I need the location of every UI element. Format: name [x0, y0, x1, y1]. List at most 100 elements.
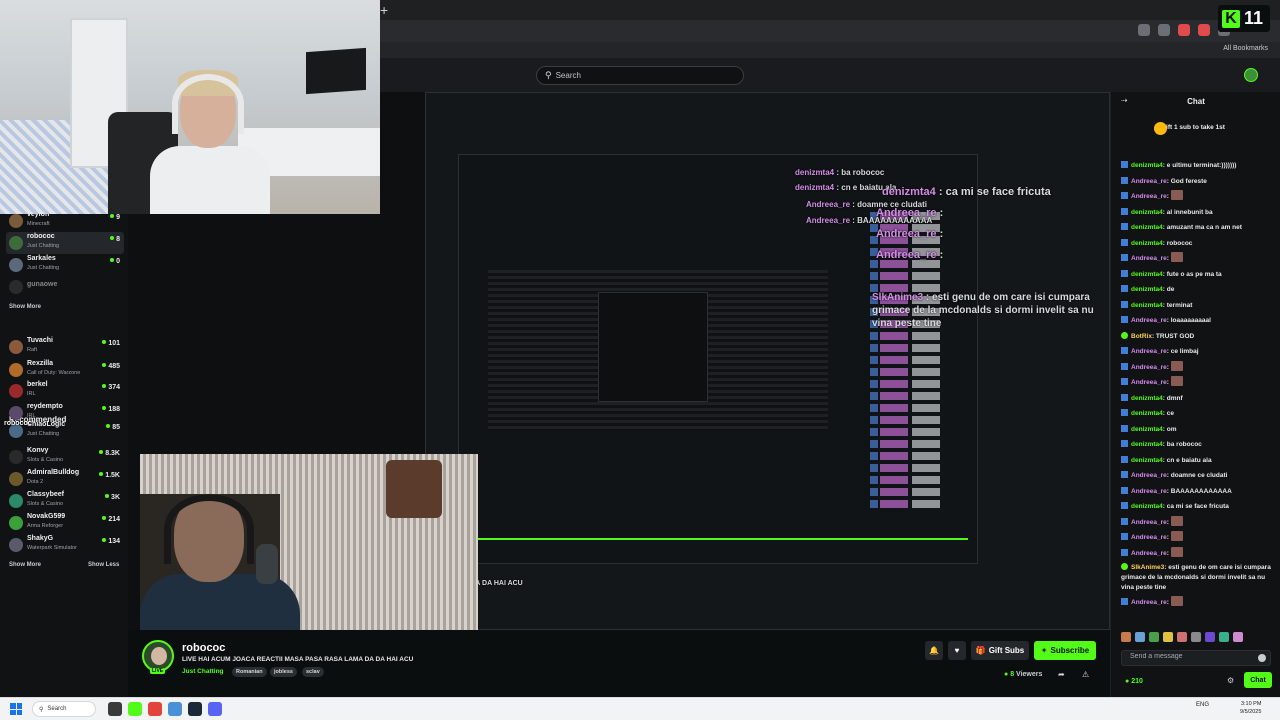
notification-bell-button[interactable]: 🔔	[925, 641, 943, 660]
chat-username[interactable]: denizmta4	[1131, 410, 1163, 417]
emote-icon[interactable]	[1233, 632, 1243, 642]
sidebar-item-robococ[interactable]: robococ Just Chatting 8	[6, 232, 124, 254]
bookmark-star-icon[interactable]	[1158, 24, 1170, 36]
chat-username[interactable]: SlkAnime3	[1131, 564, 1164, 571]
subscribe-star-icon: ✦	[1040, 646, 1048, 655]
follow-button[interactable]: ♥	[948, 641, 966, 660]
user-avatar[interactable]	[1244, 68, 1258, 82]
app-icon[interactable]	[168, 702, 182, 716]
chat-username[interactable]: Andreea_re	[1131, 364, 1167, 371]
chat-username[interactable]: denizmta4	[1131, 224, 1163, 231]
sidebar-item-novakg599[interactable]: NovakG599 Arma Reforger 214	[6, 512, 124, 534]
chat-username[interactable]: denizmta4	[1131, 441, 1163, 448]
chat-username[interactable]: denizmta4	[1131, 457, 1163, 464]
chat-username[interactable]: Andreea_re	[1131, 193, 1167, 200]
sidebar-item-classybeef[interactable]: Classybeef Slots & Casino 3K	[6, 490, 124, 512]
sidebar-item-tuvachi[interactable]: Tuvachi Raft 101	[6, 336, 124, 358]
stream-category[interactable]: Just Chatting	[182, 668, 224, 675]
overlay-chat-user: Andreea_re	[876, 249, 937, 261]
report-icon[interactable]: ⚠	[1082, 670, 1089, 679]
extension-icon[interactable]	[1178, 24, 1190, 36]
emoji-picker-icon[interactable]	[1258, 654, 1266, 662]
chat-username[interactable]: Andreea_re	[1131, 599, 1167, 606]
system-clock[interactable]: 3:10 PM 9/5/2025	[1240, 700, 1261, 716]
chat-username[interactable]: Andreea_re	[1131, 488, 1167, 495]
avatar	[9, 406, 23, 420]
chat-username[interactable]: denizmta4	[1131, 426, 1163, 433]
chat-username[interactable]: BotRix	[1131, 333, 1152, 340]
chat-settings-gear-icon[interactable]: ⚙	[1227, 676, 1234, 685]
show-less-recommended[interactable]: Show Less	[88, 562, 119, 568]
taskbar-search[interactable]: ⚲ Search	[32, 701, 96, 717]
search-box[interactable]: ⚲	[536, 66, 744, 85]
show-more-following[interactable]: Show More	[9, 304, 41, 310]
viewer-count: 8.3K	[99, 450, 120, 457]
chat-username[interactable]: denizmta4	[1131, 503, 1163, 510]
emote-icon[interactable]	[1219, 632, 1229, 642]
search-input[interactable]	[555, 71, 736, 80]
gift-subs-button[interactable]: 🎁 Gift Subs	[971, 641, 1029, 660]
chat-username[interactable]: Andreea_re	[1131, 379, 1167, 386]
sidebar-item-rexzilla[interactable]: Rexzilla Call of Duty: Warzone 485	[6, 359, 124, 381]
kick-app-icon[interactable]	[128, 702, 142, 716]
chat-username[interactable]: Andreea_re	[1131, 519, 1167, 526]
show-more-recommended[interactable]: Show More	[9, 562, 41, 568]
chat-text: : ba robococ	[1162, 441, 1202, 448]
sidebar-item-sarkales[interactable]: Sarkales Just Chatting 0	[6, 254, 124, 276]
chat-username[interactable]: denizmta4	[1131, 209, 1163, 216]
emote-icon[interactable]	[1121, 632, 1131, 642]
tag-jobless[interactable]: jobless	[270, 667, 297, 677]
chat-username[interactable]: denizmta4	[1131, 240, 1163, 247]
emote-icon[interactable]	[1163, 632, 1173, 642]
chat-username[interactable]: denizmta4	[1131, 395, 1163, 402]
chat-username[interactable]: Andreea_re	[1131, 317, 1167, 324]
emote-icon[interactable]	[1135, 632, 1145, 642]
user-badge-icon	[1121, 161, 1128, 168]
channel-name[interactable]: robococ	[182, 642, 225, 654]
record-icon[interactable]	[1198, 24, 1210, 36]
chat-username[interactable]: Andreea_re	[1131, 348, 1167, 355]
share-icon[interactable]: ➦	[1058, 670, 1065, 679]
channel-points[interactable]: ● 210	[1125, 678, 1143, 685]
file-explorer-icon[interactable]	[108, 702, 122, 716]
emote-icon[interactable]	[1191, 632, 1201, 642]
chat-username[interactable]: denizmta4	[1131, 302, 1163, 309]
emote-icon[interactable]	[1177, 632, 1187, 642]
chat-username[interactable]: denizmta4	[1131, 162, 1163, 169]
chrome-icon[interactable]	[148, 702, 162, 716]
emote-icon[interactable]	[1149, 632, 1159, 642]
chat-send-button[interactable]: Chat	[1244, 672, 1272, 688]
chat-username[interactable]: Andreea_re	[1131, 534, 1167, 541]
tag-romanian[interactable]: Romanian	[232, 667, 267, 677]
windows-start-icon[interactable]	[10, 703, 22, 715]
chat-input-box[interactable]	[1121, 650, 1271, 666]
sidebar-item-berkel[interactable]: berkel IRL 374	[6, 380, 124, 402]
all-bookmarks-link[interactable]: All Bookmarks	[1223, 45, 1268, 52]
gift-sub-banner[interactable]: Gift 1 sub to take 1st	[1161, 124, 1225, 131]
chat-username[interactable]: denizmta4	[1131, 286, 1163, 293]
discord-icon[interactable]	[208, 702, 222, 716]
chat-text: : doamne ce cludati	[1166, 472, 1228, 479]
chat-username[interactable]: denizmta4	[1131, 271, 1163, 278]
language-indicator[interactable]: ENG	[1196, 702, 1209, 708]
chat-text: : cn e baiatu ala	[1162, 456, 1212, 464]
new-tab-button[interactable]: +	[380, 3, 388, 17]
chat-username[interactable]: Andreea_re	[1131, 178, 1167, 185]
emote-icon[interactable]	[1205, 632, 1215, 642]
sidebar-item-shakyg[interactable]: ShakyG Waterpark Simulator 134	[6, 534, 124, 556]
sidebar-item-admiralbulldog[interactable]: AdmiralBulldog Dota 2 1.5K	[6, 468, 124, 490]
avatar	[9, 258, 23, 272]
viewers-label: Viewers	[1016, 671, 1043, 678]
user-badge-icon	[1121, 192, 1128, 199]
subscribe-button[interactable]: ✦ Subscribe	[1034, 641, 1096, 660]
tag-sclav[interactable]: sclav	[302, 667, 324, 677]
sidebar-item-gunaowe[interactable]: gunaowe	[6, 276, 124, 298]
translate-icon[interactable]	[1138, 24, 1150, 36]
chat-input[interactable]	[1130, 653, 1250, 660]
steam-icon[interactable]	[188, 702, 202, 716]
sidebar-item-konvy[interactable]: Konvy Slots & Casino 8.3K	[6, 446, 124, 468]
chat-username[interactable]: Andreea_re	[1131, 550, 1167, 557]
webcam-secondary	[140, 454, 478, 630]
chat-username[interactable]: Andreea_re	[1131, 255, 1167, 262]
chat-username[interactable]: Andreea_re	[1131, 472, 1167, 479]
